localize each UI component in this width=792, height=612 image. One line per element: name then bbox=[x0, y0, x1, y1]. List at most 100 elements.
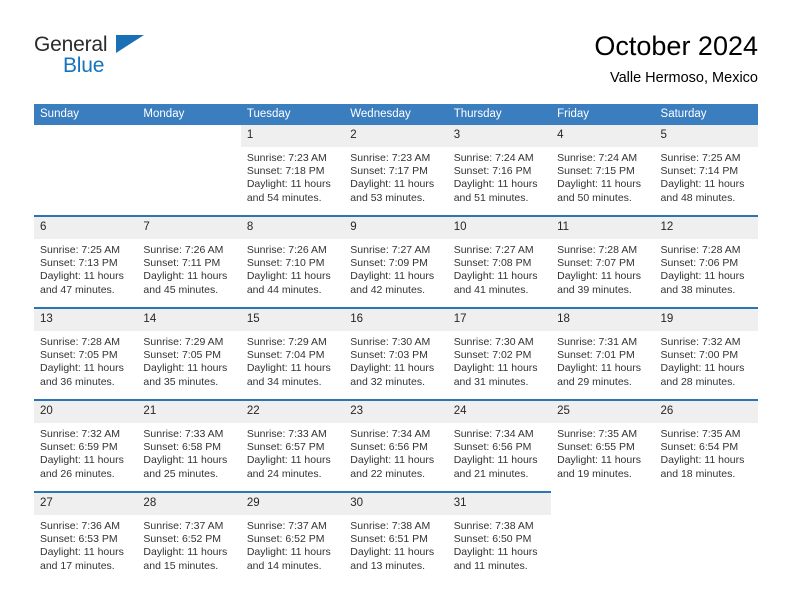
day-cell-inner: 22 Sunrise: 7:33 AM Sunset: 6:57 PM Dayligh… bbox=[240, 401, 345, 491]
sunrise-text: Sunrise: 7:32 AM bbox=[660, 336, 741, 348]
calendar-day-cell[interactable]: 26 Sunrise: 7:35 AM Sunset: 6:54 PM Dayligh… bbox=[654, 399, 758, 492]
calendar-week-row: 1 Sunrise: 7:23 AM Sunset: 7:18 PM Daylight… bbox=[34, 125, 758, 216]
daylight-text-line1: Daylight: 11 hours bbox=[246, 362, 331, 375]
daylight-text-line1: Daylight: 11 hours bbox=[660, 270, 745, 283]
calendar-day-cell[interactable]: 3 Sunrise: 7:24 AM Sunset: 7:16 PM Daylight… bbox=[447, 125, 552, 216]
calendar-day-cell[interactable]: 17 Sunrise: 7:30 AM Sunset: 7:02 PM Dayligh… bbox=[447, 307, 552, 400]
calendar-day-cell[interactable]: 28 Sunrise: 7:37 AM Sunset: 6:52 PM Dayligh… bbox=[137, 491, 241, 583]
day-details: Sunrise: 7:25 AM Sunset: 7:13 PM Daylight:… bbox=[34, 239, 137, 297]
daylight-text-line1: Daylight: 11 hours bbox=[557, 178, 641, 191]
day-number: 11 bbox=[551, 217, 655, 239]
day-number: 21 bbox=[137, 401, 241, 423]
calendar-day-cell[interactable]: 9 Sunrise: 7:27 AM Sunset: 7:09 PM Daylight… bbox=[344, 215, 448, 308]
generalblue-logo[interactable]: General Blue bbox=[34, 30, 164, 84]
calendar-day-cell[interactable]: 22 Sunrise: 7:33 AM Sunset: 6:57 PM Dayligh… bbox=[240, 399, 345, 492]
calendar-day-cell[interactable]: 12 Sunrise: 7:28 AM Sunset: 7:06 PM Dayligh… bbox=[654, 215, 758, 308]
calendar-day-cell[interactable]: 1 Sunrise: 7:23 AM Sunset: 7:18 PM Daylight… bbox=[240, 125, 345, 216]
day-number: 22 bbox=[240, 401, 345, 423]
day-cell-inner: 3 Sunrise: 7:24 AM Sunset: 7:16 PM Daylight… bbox=[447, 125, 552, 215]
sunrise-text: Sunrise: 7:23 AM bbox=[350, 152, 431, 164]
calendar-day-cell[interactable]: 31 Sunrise: 7:38 AM Sunset: 6:50 PM Dayligh… bbox=[447, 491, 552, 583]
calendar-day-cell[interactable]: 19 Sunrise: 7:32 AM Sunset: 7:00 PM Dayligh… bbox=[654, 307, 758, 400]
daylight-text-line1: Daylight: 11 hours bbox=[350, 362, 435, 375]
day-number bbox=[551, 493, 654, 515]
calendar-day-cell[interactable]: 6 Sunrise: 7:25 AM Sunset: 7:13 PM Daylight… bbox=[34, 215, 138, 308]
calendar-day-cell[interactable]: 2 Sunrise: 7:23 AM Sunset: 7:17 PM Daylight… bbox=[344, 125, 448, 216]
calendar-day-cell[interactable]: 5 Sunrise: 7:25 AM Sunset: 7:14 PM Daylight… bbox=[654, 125, 758, 216]
day-cell-inner: 4 Sunrise: 7:24 AM Sunset: 7:15 PM Daylight… bbox=[551, 125, 655, 215]
calendar-day-cell[interactable]: 4 Sunrise: 7:24 AM Sunset: 7:15 PM Daylight… bbox=[551, 125, 655, 216]
sunrise-text: Sunrise: 7:32 AM bbox=[40, 428, 120, 440]
sunset-text: Sunset: 7:03 PM bbox=[350, 349, 428, 362]
day-cell-inner: 31 Sunrise: 7:38 AM Sunset: 6:50 PM Dayligh… bbox=[447, 493, 552, 583]
calendar-day-cell[interactable]: 27 Sunrise: 7:36 AM Sunset: 6:53 PM Dayligh… bbox=[34, 491, 138, 583]
calendar-header-row: Sunday Monday Tuesday Wednesday Thursday… bbox=[34, 104, 758, 125]
sunset-text: Sunset: 6:51 PM bbox=[350, 533, 428, 546]
sunrise-text: Sunrise: 7:34 AM bbox=[350, 428, 431, 440]
daylight-text-line2: and 29 minutes. bbox=[557, 375, 632, 388]
calendar-day-cell[interactable]: 24 Sunrise: 7:34 AM Sunset: 6:56 PM Dayligh… bbox=[447, 399, 552, 492]
day-number: 10 bbox=[447, 217, 552, 239]
calendar-day-cell[interactable]: 20 Sunrise: 7:32 AM Sunset: 6:59 PM Dayligh… bbox=[34, 399, 138, 492]
day-cell-inner: 19 Sunrise: 7:32 AM Sunset: 7:00 PM Dayligh… bbox=[654, 309, 758, 399]
day-cell-inner: 11 Sunrise: 7:28 AM Sunset: 7:07 PM Dayligh… bbox=[551, 217, 655, 307]
weekday-header-saturday: Saturday bbox=[654, 104, 758, 125]
sunset-text: Sunset: 6:50 PM bbox=[453, 533, 532, 546]
sunset-text: Sunset: 7:08 PM bbox=[453, 257, 532, 270]
day-details: Sunrise: 7:24 AM Sunset: 7:15 PM Daylight:… bbox=[551, 147, 654, 205]
page-subtitle: Valle Hermoso, Mexico bbox=[609, 70, 758, 86]
calendar-day-cell[interactable]: 16 Sunrise: 7:30 AM Sunset: 7:03 PM Dayligh… bbox=[344, 307, 448, 400]
calendar-day-cell[interactable]: 25 Sunrise: 7:35 AM Sunset: 6:55 PM Dayligh… bbox=[551, 399, 655, 492]
day-cell-inner: 23 Sunrise: 7:34 AM Sunset: 6:56 PM Dayligh… bbox=[344, 401, 448, 491]
day-details: Sunrise: 7:30 AM Sunset: 7:02 PM Daylight:… bbox=[448, 331, 551, 389]
daylight-text-line1: Daylight: 11 hours bbox=[557, 362, 641, 375]
sunset-text: Sunset: 7:05 PM bbox=[143, 349, 222, 362]
calendar-day-cell[interactable]: 30 Sunrise: 7:38 AM Sunset: 6:51 PM Dayligh… bbox=[344, 491, 448, 583]
sunset-text: Sunset: 7:05 PM bbox=[40, 349, 118, 362]
day-number: 5 bbox=[654, 125, 758, 147]
sunset-text: Sunset: 6:52 PM bbox=[143, 533, 222, 546]
daylight-text-line2: and 13 minutes. bbox=[350, 559, 425, 572]
calendar-day-cell[interactable]: 21 Sunrise: 7:33 AM Sunset: 6:58 PM Dayligh… bbox=[137, 399, 241, 492]
calendar-day-cell[interactable]: 13 Sunrise: 7:28 AM Sunset: 7:05 PM Dayligh… bbox=[34, 307, 138, 400]
sunrise-text: Sunrise: 7:28 AM bbox=[40, 336, 120, 348]
sunset-text: Sunset: 7:10 PM bbox=[246, 257, 325, 270]
calendar-day-cell[interactable]: 11 Sunrise: 7:28 AM Sunset: 7:07 PM Dayligh… bbox=[551, 215, 655, 308]
sunrise-text: Sunrise: 7:35 AM bbox=[557, 428, 638, 440]
calendar-day-cell[interactable]: 23 Sunrise: 7:34 AM Sunset: 6:56 PM Dayligh… bbox=[344, 399, 448, 492]
calendar-table: Sunday Monday Tuesday Wednesday Thursday… bbox=[34, 104, 758, 583]
daylight-text-line1: Daylight: 11 hours bbox=[660, 178, 745, 191]
weekday-header-tuesday: Tuesday bbox=[240, 104, 345, 125]
daylight-text-line1: Daylight: 11 hours bbox=[143, 362, 228, 375]
daylight-text-line1: Daylight: 11 hours bbox=[143, 454, 228, 467]
calendar-cell-empty bbox=[551, 492, 655, 583]
daylight-text-line2: and 36 minutes. bbox=[40, 375, 115, 388]
day-details: Sunrise: 7:25 AM Sunset: 7:14 PM Daylight:… bbox=[655, 147, 758, 205]
day-details: Sunrise: 7:32 AM Sunset: 7:00 PM Daylight:… bbox=[655, 331, 758, 389]
day-details: Sunrise: 7:29 AM Sunset: 7:05 PM Daylight:… bbox=[137, 331, 240, 389]
sunset-text: Sunset: 7:15 PM bbox=[557, 165, 635, 178]
daylight-text-line1: Daylight: 11 hours bbox=[453, 454, 538, 467]
day-cell-inner: 30 Sunrise: 7:38 AM Sunset: 6:51 PM Dayligh… bbox=[344, 493, 448, 583]
sunrise-text: Sunrise: 7:27 AM bbox=[350, 244, 431, 256]
day-number: 1 bbox=[240, 125, 345, 147]
calendar-day-cell[interactable]: 15 Sunrise: 7:29 AM Sunset: 7:04 PM Dayligh… bbox=[240, 307, 345, 400]
daylight-text-line2: and 45 minutes. bbox=[143, 283, 219, 296]
calendar-day-cell[interactable]: 14 Sunrise: 7:29 AM Sunset: 7:05 PM Dayligh… bbox=[137, 307, 241, 400]
daylight-text-line2: and 50 minutes. bbox=[557, 191, 632, 204]
calendar-day-cell[interactable]: 29 Sunrise: 7:37 AM Sunset: 6:52 PM Dayligh… bbox=[240, 491, 345, 583]
calendar-day-cell[interactable]: 10 Sunrise: 7:27 AM Sunset: 7:08 PM Dayligh… bbox=[447, 215, 552, 308]
day-details: Sunrise: 7:26 AM Sunset: 7:10 PM Daylight:… bbox=[241, 239, 344, 297]
calendar-day-cell[interactable]: 18 Sunrise: 7:31 AM Sunset: 7:01 PM Dayligh… bbox=[551, 307, 655, 400]
sunset-text: Sunset: 7:14 PM bbox=[660, 165, 739, 178]
daylight-text-line1: Daylight: 11 hours bbox=[350, 454, 435, 467]
calendar-day-cell[interactable]: 7 Sunrise: 7:26 AM Sunset: 7:11 PM Daylight… bbox=[137, 215, 241, 308]
day-number: 3 bbox=[447, 125, 552, 147]
sunrise-text: Sunrise: 7:23 AM bbox=[246, 152, 327, 164]
calendar-day-cell[interactable]: 8 Sunrise: 7:26 AM Sunset: 7:10 PM Daylight… bbox=[240, 215, 345, 308]
sunrise-text: Sunrise: 7:30 AM bbox=[453, 336, 534, 348]
daylight-text-line2: and 31 minutes. bbox=[453, 375, 529, 388]
day-number: 30 bbox=[344, 493, 448, 515]
day-cell-inner: 20 Sunrise: 7:32 AM Sunset: 6:59 PM Dayligh… bbox=[34, 401, 138, 491]
day-cell-inner: 6 Sunrise: 7:25 AM Sunset: 7:13 PM Daylight… bbox=[34, 217, 138, 307]
